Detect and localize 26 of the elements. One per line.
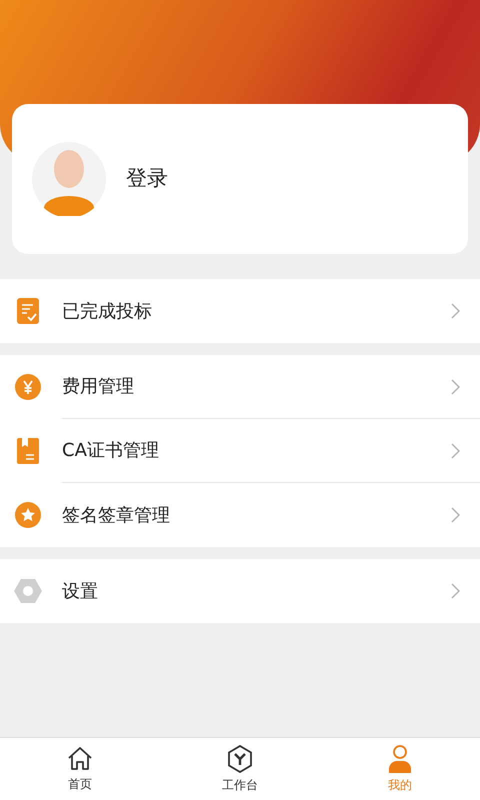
chevron-right-icon — [451, 378, 460, 394]
menu-item[interactable]: 费用管理 — [0, 355, 480, 419]
home-icon — [67, 746, 93, 772]
hexagon-icon — [227, 744, 253, 772]
document-check-icon — [17, 298, 39, 324]
settings-icon — [14, 579, 42, 603]
menu-item[interactable]: 已完成投标 — [0, 279, 480, 343]
chevron-right-icon — [451, 507, 460, 523]
yen-icon — [15, 374, 41, 400]
menu-item-label: CA证书管理 — [62, 439, 160, 463]
tab[interactable]: 首页 — [0, 738, 160, 800]
person-icon — [388, 744, 412, 772]
chevron-right-icon — [451, 303, 460, 319]
login-link[interactable]: 登录 — [126, 163, 168, 195]
avatar[interactable] — [32, 142, 106, 216]
menu-item-label: 费用管理 — [62, 375, 135, 399]
tab[interactable]: 工作台 — [160, 738, 320, 800]
book-icon — [17, 438, 39, 464]
menu-item[interactable]: 签名签章管理 — [0, 483, 480, 547]
menu-item-label: 设置 — [62, 580, 99, 604]
menu-item-label: 已完成投标 — [62, 300, 153, 324]
menu-item[interactable]: CA证书管理 — [0, 419, 480, 483]
chevron-right-icon — [451, 442, 460, 458]
menu-item[interactable]: 设置 — [0, 559, 480, 623]
menu-item-label: 签名签章管理 — [62, 504, 171, 528]
chevron-right-icon — [451, 583, 460, 599]
